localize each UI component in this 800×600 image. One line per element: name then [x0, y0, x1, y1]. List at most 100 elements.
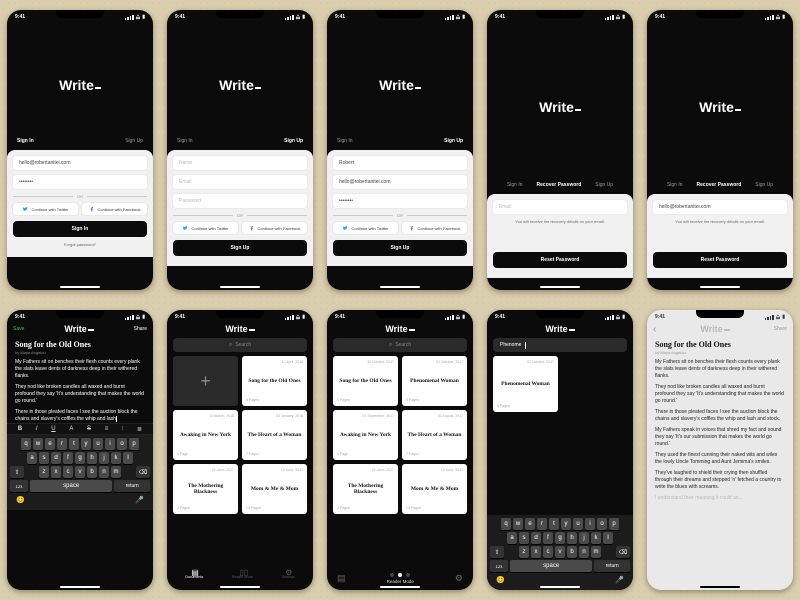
key-s[interactable]: s: [39, 452, 49, 464]
key-delete[interactable]: ⌫: [136, 466, 150, 478]
search-input[interactable]: ⌕Search: [333, 338, 467, 352]
key-f[interactable]: f: [63, 452, 73, 464]
document-card[interactable]: 10 October, 2017Song for the Old Ones3 P…: [333, 356, 398, 406]
reset-password-button[interactable]: Reset Password: [653, 252, 787, 268]
key-p[interactable]: p: [609, 518, 619, 530]
key-r[interactable]: r: [537, 518, 547, 530]
key-i[interactable]: i: [585, 518, 595, 530]
home-indicator[interactable]: [540, 586, 580, 588]
key-c[interactable]: c: [543, 546, 553, 558]
key-q[interactable]: q: [21, 438, 31, 450]
home-indicator[interactable]: [220, 286, 260, 288]
key-x[interactable]: x: [51, 466, 61, 478]
email-field[interactable]: hello@robertanitei.com: [653, 200, 787, 214]
key-a[interactable]: a: [27, 452, 37, 464]
tab-documents[interactable]: ▤Documents: [185, 568, 203, 579]
key-g[interactable]: g: [75, 452, 85, 464]
key-space[interactable]: space: [30, 480, 112, 492]
key-u[interactable]: u: [573, 518, 583, 530]
tab-signin[interactable]: Sign In: [17, 138, 34, 144]
key-return[interactable]: return: [594, 560, 630, 572]
reset-password-button[interactable]: Reset Password: [493, 252, 627, 268]
key-e[interactable]: e: [525, 518, 535, 530]
signup-button[interactable]: Sign Up: [333, 240, 467, 256]
home-indicator[interactable]: [220, 586, 260, 588]
key-d[interactable]: d: [51, 452, 61, 464]
key-k[interactable]: k: [591, 532, 601, 544]
key-z[interactable]: z: [39, 466, 49, 478]
key-l[interactable]: l: [123, 452, 133, 464]
home-indicator[interactable]: [60, 586, 100, 588]
key-n[interactable]: n: [99, 466, 109, 478]
document-body[interactable]: Song for the Old Ones by Maya Angelou My…: [647, 336, 793, 582]
name-field[interactable]: Robert: [333, 156, 467, 170]
tab-recover[interactable]: Recover Password: [537, 182, 582, 188]
tab-signin[interactable]: Sign In: [177, 138, 193, 144]
document-card[interactable]: 02 October, 2017Phenomenal Woman5 Pages: [493, 356, 558, 412]
key-j[interactable]: j: [99, 452, 109, 464]
key-f[interactable]: f: [543, 532, 553, 544]
key-o[interactable]: o: [117, 438, 127, 450]
document-card[interactable]: 15 June, 2017Mom & Me & Mom14 Pages: [242, 464, 307, 514]
document-card[interactable]: 03 August, 2017The Heart of a Woman7 Pag…: [402, 410, 467, 460]
key-a[interactable]: a: [507, 532, 517, 544]
tab-signup[interactable]: Sign Up: [595, 182, 613, 188]
search-input[interactable]: ⌕Search: [173, 338, 307, 352]
document-card[interactable]: 10 April, 2018Song for the Old Ones4 Pag…: [242, 356, 307, 406]
continue-twitter-button[interactable]: Continue with Twitter: [13, 203, 78, 215]
key-v[interactable]: v: [555, 546, 565, 558]
key-q[interactable]: q: [501, 518, 511, 530]
email-field[interactable]: Email: [173, 175, 307, 189]
document-card[interactable]: 02 October, 2017Phenomenal Woman5 Pages: [402, 356, 467, 406]
document-card[interactable]: 15 June, 2017Mom & Me & Mom14 Pages: [402, 464, 467, 514]
strike-button[interactable]: S: [87, 426, 91, 432]
document-card[interactable]: 21 June, 2017The Mothering Blackness2 Pa…: [173, 464, 238, 514]
name-field[interactable]: Name: [173, 156, 307, 170]
key-h[interactable]: h: [87, 452, 97, 464]
tab-signin[interactable]: Sign In: [667, 182, 683, 188]
password-field[interactable]: Password: [173, 194, 307, 208]
key-b[interactable]: b: [87, 466, 97, 478]
forgot-password-link[interactable]: Forgot password?: [13, 242, 147, 247]
key-o[interactable]: o: [597, 518, 607, 530]
key-c[interactable]: c: [63, 466, 73, 478]
password-field[interactable]: ••••••••: [13, 175, 147, 189]
home-indicator[interactable]: [700, 586, 740, 588]
key-z[interactable]: z: [519, 546, 529, 558]
key-h[interactable]: h: [567, 532, 577, 544]
home-indicator[interactable]: [380, 586, 420, 588]
tab-signup[interactable]: Sign Up: [125, 138, 143, 144]
document-card[interactable]: 01 September, 2017Awaking in New York1 P…: [333, 410, 398, 460]
mic-icon[interactable]: 🎤: [615, 576, 624, 584]
emoji-icon[interactable]: 😊: [496, 576, 505, 584]
mic-icon[interactable]: 🎤: [135, 496, 144, 504]
continue-twitter-button[interactable]: Continue with Twitter: [333, 222, 398, 234]
email-field[interactable]: Email: [493, 200, 627, 214]
key-i[interactable]: i: [105, 438, 115, 450]
align-button[interactable]: ≣: [137, 426, 142, 433]
continue-facebook-button[interactable]: Continue with Facebook: [82, 203, 147, 215]
share-button[interactable]: Share: [134, 326, 147, 332]
tab-signin[interactable]: Sign In: [337, 138, 353, 144]
tab-signup[interactable]: Sign Up: [444, 138, 463, 144]
italic-button[interactable]: I: [36, 426, 38, 432]
key-shift[interactable]: ⇧: [10, 466, 24, 478]
new-document-button[interactable]: +: [173, 356, 238, 406]
document-body[interactable]: Song for the Old Ones by Maya Angelou My…: [7, 336, 153, 423]
key-shift[interactable]: ⇧: [490, 546, 504, 558]
key-v[interactable]: v: [75, 466, 85, 478]
key-s[interactable]: s: [519, 532, 529, 544]
key-y[interactable]: y: [561, 518, 571, 530]
key-m[interactable]: m: [591, 546, 601, 558]
key-return[interactable]: return: [114, 480, 150, 492]
key-t[interactable]: t: [69, 438, 79, 450]
continue-twitter-button[interactable]: Continue with Twitter: [173, 222, 238, 234]
number-button[interactable]: ⦙: [122, 426, 123, 433]
next-icon[interactable]: ⚙: [455, 573, 463, 584]
key-p[interactable]: p: [129, 438, 139, 450]
key-b[interactable]: b: [567, 546, 577, 558]
key-delete[interactable]: ⌫: [616, 546, 630, 558]
signin-button[interactable]: Sign In: [13, 221, 147, 237]
tab-signin[interactable]: Sign In: [507, 182, 523, 188]
key-123[interactable]: 123: [490, 560, 508, 572]
